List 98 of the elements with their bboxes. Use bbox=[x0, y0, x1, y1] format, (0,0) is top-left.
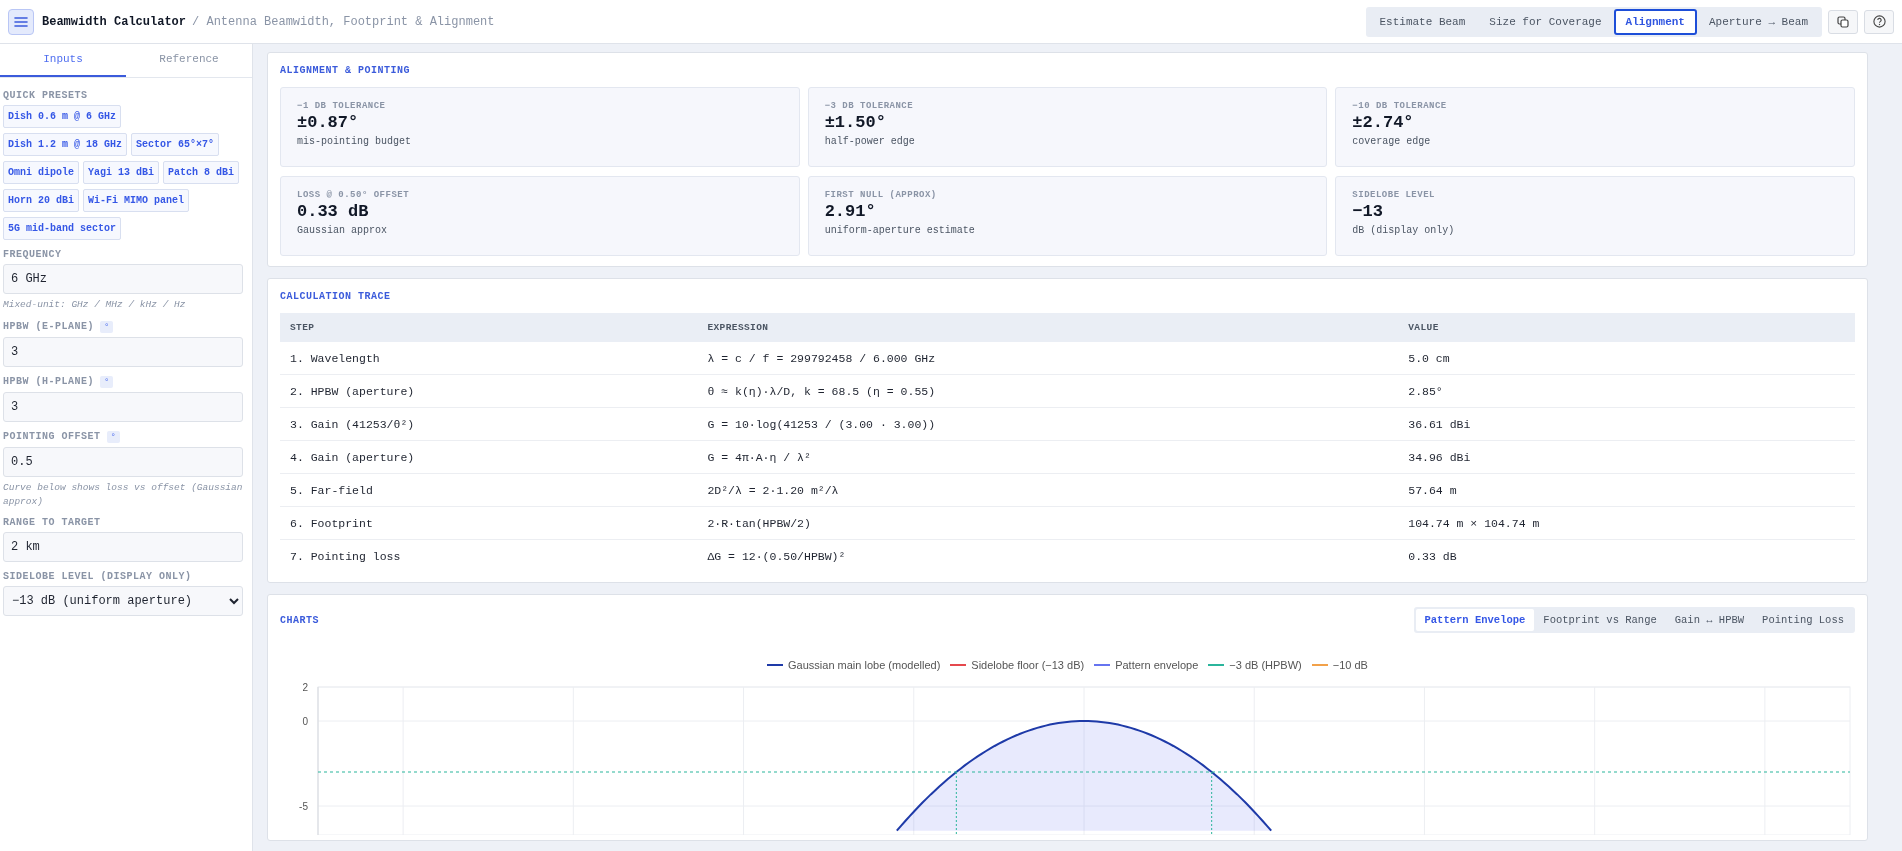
input-field[interactable]: 6 GHz bbox=[3, 264, 243, 294]
stat-note: mis-pointing budget bbox=[297, 136, 413, 147]
table-cell: 6. Footprint bbox=[280, 506, 698, 540]
table-cell: 0.33 dB bbox=[1398, 539, 1855, 572]
app-title: Beamwidth Calculator bbox=[42, 14, 187, 29]
field-label: RANGE TO TARGET bbox=[3, 517, 101, 529]
legend-label: Gaussian main lobe (modelled) bbox=[788, 659, 941, 671]
field-hint: Mixed-unit: GHz / MHz / kHz / Hz bbox=[3, 298, 187, 312]
field-label: POINTING OFFSET bbox=[3, 431, 101, 443]
mode-tab[interactable]: Size for Coverage bbox=[1477, 8, 1614, 35]
input-field[interactable]: 2 km bbox=[3, 532, 243, 563]
chart-tab[interactable]: Gain ↔ HPBW bbox=[1665, 609, 1754, 631]
stat-label: LOSS @ 0.50° OFFSET bbox=[297, 190, 411, 200]
stat-label: −3 DB TOLERANCE bbox=[824, 101, 915, 111]
column-header: STEP bbox=[280, 313, 698, 342]
input-field[interactable]: 0.5 bbox=[3, 446, 243, 477]
y-axis-label: 2 bbox=[302, 681, 308, 693]
stat-value: ±0.87° bbox=[297, 113, 360, 132]
legend-label: −10 dB bbox=[1332, 659, 1368, 671]
column-header: VALUE bbox=[1398, 313, 1855, 342]
preset-button[interactable]: 5G mid-band sector bbox=[3, 217, 122, 240]
copy-button[interactable] bbox=[1828, 9, 1858, 34]
legend-label: Sidelobe floor (−13 dB) bbox=[971, 659, 1085, 671]
table-cell: 36.61 dBi bbox=[1398, 407, 1855, 441]
preset-button[interactable]: Sector 65°×7° bbox=[131, 133, 220, 156]
mode-tab[interactable]: Alignment bbox=[1613, 8, 1697, 35]
field-label: HPBW (E-PLANE) bbox=[3, 321, 94, 333]
table-cell: G = 4π·A·η / λ² bbox=[697, 440, 1399, 474]
preset-button[interactable]: Dish 1.2 m @ 18 GHz bbox=[3, 133, 128, 156]
table-cell: 3. Gain (41253/θ²) bbox=[280, 407, 698, 441]
stat-label: FIRST NULL (APPROX) bbox=[824, 190, 938, 200]
stat-note: Gaussian approx bbox=[297, 225, 388, 236]
column-header: EXPRESSION bbox=[697, 313, 1399, 342]
table-cell: ΔG = 12·(0.50/HPBW)² bbox=[697, 539, 1399, 572]
stat-label: −10 DB TOLERANCE bbox=[1352, 101, 1448, 111]
menu-icon bbox=[14, 15, 28, 28]
help-icon bbox=[1872, 15, 1886, 28]
preset-button[interactable]: Patch 8 dBi bbox=[163, 161, 240, 184]
chart-tab[interactable]: Footprint vs Range bbox=[1534, 609, 1666, 631]
section-label: QUICK PRESETS bbox=[3, 90, 89, 101]
table-cell: 2. HPBW (aperture) bbox=[280, 374, 698, 408]
table-cell: 2.85° bbox=[1398, 374, 1855, 408]
menu-button[interactable] bbox=[8, 8, 34, 35]
table-cell: 5. Far-field bbox=[280, 473, 698, 507]
table-cell: 2D²/λ = 2·1.20 m²/λ bbox=[697, 473, 1399, 507]
y-axis-label: 0 bbox=[302, 715, 308, 727]
stat-note: coverage edge bbox=[1352, 136, 1432, 147]
stat-label: SIDELOBE LEVEL bbox=[1352, 190, 1436, 200]
chart-tab[interactable]: Pattern Envelope bbox=[1415, 609, 1535, 631]
legend-label: −3 dB (HPBW) bbox=[1229, 659, 1302, 671]
table-cell: 57.64 m bbox=[1398, 473, 1855, 507]
select-field[interactable]: −13 dB (uniform aperture) bbox=[3, 586, 243, 617]
table-cell: θ ≈ k(η)·λ/D, k = 68.5 (η = 0.55) bbox=[697, 374, 1399, 408]
table-cell: G = 10·log(41253 / (3.00 · 3.00)) bbox=[697, 407, 1399, 441]
table-cell: 5.0 cm bbox=[1398, 342, 1855, 375]
stat-note: uniform-aperture estimate bbox=[824, 225, 976, 236]
chart-tab[interactable]: Pointing Loss bbox=[1753, 609, 1853, 631]
edge-marker-line bbox=[1211, 771, 1213, 835]
stat-value: 2.91° bbox=[824, 202, 877, 221]
table-cell: 34.96 dBi bbox=[1398, 440, 1855, 474]
preset-button[interactable]: Yagi 13 dBi bbox=[83, 161, 160, 184]
unit-badge: ° bbox=[100, 320, 114, 333]
preset-button[interactable]: Dish 0.6 m @ 6 GHz bbox=[3, 105, 122, 128]
field-label: HPBW (H-PLANE) bbox=[3, 376, 94, 388]
help-button[interactable] bbox=[1864, 9, 1894, 34]
table-cell: λ = c / f = 299792458 / 6.000 GHz bbox=[697, 342, 1399, 375]
field-hint: Curve below shows loss vs offset (Gaussian approx) bbox=[3, 480, 244, 509]
edge-marker-line bbox=[955, 771, 957, 835]
table-cell: 4. Gain (aperture) bbox=[280, 440, 698, 474]
mode-tab[interactable]: Estimate Beam bbox=[1367, 8, 1478, 35]
preset-button[interactable]: Wi-Fi MIMO panel bbox=[83, 189, 190, 212]
input-field[interactable]: 3 bbox=[3, 391, 243, 422]
table-cell: 7. Pointing loss bbox=[280, 539, 698, 572]
unit-badge: ° bbox=[106, 430, 120, 443]
legend-label: Pattern envelope bbox=[1115, 659, 1199, 671]
card-title: ALIGNMENT & POINTING bbox=[280, 65, 412, 76]
mode-tab[interactable]: Aperture → Beam bbox=[1696, 8, 1820, 35]
copy-icon bbox=[1837, 15, 1849, 28]
stat-note: dB (display only) bbox=[1352, 225, 1456, 236]
input-field[interactable]: 3 bbox=[3, 336, 243, 367]
stat-value: ±1.50° bbox=[824, 113, 887, 132]
stat-label: −1 DB TOLERANCE bbox=[297, 101, 387, 111]
stat-value: ±2.74° bbox=[1352, 113, 1415, 132]
field-label: SIDELOBE LEVEL (DISPLAY ONLY) bbox=[3, 571, 192, 583]
stat-value: −13 bbox=[1352, 202, 1384, 221]
stat-value: 0.33 dB bbox=[297, 202, 370, 221]
preset-button[interactable]: Horn 20 dBi bbox=[3, 189, 79, 212]
y-axis-label: -5 bbox=[299, 800, 308, 812]
field-label: FREQUENCY bbox=[3, 249, 62, 260]
card-title: CHARTS bbox=[280, 614, 319, 626]
preset-button[interactable]: Omni dipole bbox=[3, 161, 79, 184]
table-cell: 2·R·tan(HPBW/2) bbox=[697, 506, 1399, 540]
unit-badge: ° bbox=[100, 375, 114, 388]
table-cell: 104.74 m × 104.74 m bbox=[1398, 506, 1855, 540]
table-cell: 1. Wavelength bbox=[280, 342, 698, 375]
card-title: CALCULATION TRACE bbox=[280, 291, 392, 302]
stat-note: half-power edge bbox=[824, 136, 916, 147]
app-subtitle: / Antenna Beamwidth, Footprint & Alignment bbox=[192, 14, 495, 29]
